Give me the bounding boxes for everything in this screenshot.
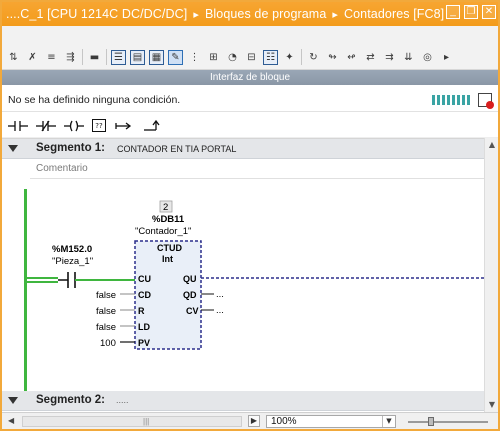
toolbar-overflow-icon[interactable]: ▸ — [439, 50, 454, 65]
scroll-thumb[interactable]: ||| — [143, 417, 149, 426]
load-meter-icon — [432, 95, 470, 105]
insert-row-icon[interactable]: ≡ — [44, 50, 59, 65]
slider-knob[interactable] — [428, 417, 434, 426]
go-to-next-icon[interactable]: ↬ — [325, 50, 340, 65]
go-to-prev-icon[interactable]: ↫ — [344, 50, 359, 65]
absolute-operands-icon[interactable]: ▦ — [149, 49, 164, 65]
condition-text: No se ha definido ninguna condición. — [8, 94, 181, 106]
instance-db[interactable]: %DB11 — [152, 214, 185, 225]
open-all-icon[interactable]: ▬ — [87, 50, 102, 65]
zoom-select[interactable]: 100% ▼ — [266, 415, 396, 428]
horizontal-scrollbar[interactable]: ◀ ||| ▶ 100% ▼ — [2, 412, 498, 429]
toolbar-divider — [301, 49, 302, 65]
close-branch-icon[interactable] — [142, 119, 162, 133]
no-contact[interactable] — [58, 272, 135, 288]
contact-tag[interactable]: "Pieza_1" — [52, 256, 93, 267]
scroll-up-icon[interactable]: ▲ — [487, 140, 497, 150]
close-button[interactable]: ✕ — [482, 5, 496, 19]
glasses-icon[interactable]: ◎ — [420, 50, 435, 65]
instance-name[interactable]: "Contador_1" — [135, 226, 191, 237]
qd-output-placeholder[interactable]: ... — [216, 289, 224, 300]
pin-cd: CD — [138, 290, 151, 300]
coil-icon[interactable] — [64, 119, 84, 133]
insert-network-icon[interactable]: ⇅ — [6, 50, 21, 65]
breadcrumb-block[interactable]: Contadores [FC8] — [344, 7, 444, 21]
breakpoint-icon[interactable] — [478, 93, 494, 109]
network-comments-icon[interactable]: ⊟ — [244, 50, 259, 65]
cv-output-placeholder[interactable]: ... — [216, 305, 224, 316]
monitoring-icon[interactable]: ⇊ — [401, 50, 416, 65]
breadcrumb-separator-icon: ▸ — [332, 9, 338, 21]
toolbar-divider — [106, 49, 107, 65]
value-r[interactable]: false — [96, 306, 116, 317]
open-branch-icon[interactable] — [114, 119, 134, 133]
collapse-arrow-icon[interactable] — [8, 397, 18, 404]
block-editor-toolbar: ⇅ ✗ ≡ ⇶ ▬ ☰ ▤ ▦ ✎ ⋮ ⊞ ◔ ⊟ ☷ ✦ ↻ ↬ ↫ ⇄ ⇉ … — [2, 26, 498, 70]
breadcrumb-folder[interactable]: Bloques de programa — [205, 7, 326, 21]
value-pv[interactable]: 100 — [100, 338, 116, 349]
chevron-down-icon[interactable]: ▼ — [382, 416, 395, 427]
no-contact-icon[interactable] — [8, 119, 28, 133]
condition-row: No se ha definido ninguna condición. — [2, 90, 498, 112]
pin-cv: CV — [186, 306, 199, 316]
nc-contact-icon[interactable] — [36, 119, 56, 133]
pin-cu: CU — [138, 274, 151, 284]
ladder-view-icon[interactable]: ☷ — [263, 49, 278, 65]
ctud-datatype: Int — [162, 254, 173, 264]
segment-2-header[interactable]: Segmento 2: ..... — [2, 391, 484, 411]
zoom-slider[interactable] — [408, 417, 488, 426]
instance-number: 2 — [163, 202, 168, 213]
show-favorites-icon[interactable]: ⊞ — [206, 50, 221, 65]
pin-qd: QD — [183, 290, 197, 300]
breadcrumb: ....C_1 [CPU 1214C DC/DC/DC] ▸ Bloques de … — [6, 7, 444, 21]
pin-ld: LD — [138, 322, 150, 332]
network-editor[interactable]: Segmento 1: CONTADOR EN TIA PORTAL Comen… — [2, 138, 484, 412]
scroll-track[interactable]: ||| — [22, 416, 242, 427]
go-to-icon[interactable]: ↻ — [306, 50, 321, 65]
highlight-icon[interactable]: ✦ — [282, 50, 297, 65]
append-row-icon[interactable]: ⇶ — [63, 50, 78, 65]
monitor-icon[interactable]: ◔ — [225, 50, 240, 65]
vertical-scrollbar[interactable]: ▲ ▼ — [484, 138, 498, 412]
pin-r: R — [138, 306, 145, 316]
scroll-right-icon[interactable]: ▶ — [248, 415, 260, 427]
value-ld[interactable]: false — [96, 322, 116, 333]
scroll-left-icon[interactable]: ◀ — [8, 416, 18, 426]
slider-track — [408, 421, 488, 423]
favorites-icon[interactable]: ☰ — [111, 49, 126, 65]
pin-qu: QU — [183, 274, 197, 284]
restore-button[interactable]: ❐ — [464, 5, 478, 19]
contact-address[interactable]: %M152.0 — [52, 244, 92, 255]
window-controls: _ ❐ ✕ — [446, 5, 496, 19]
editor-window: ....C_1 [CPU 1214C DC/DC/DC] ▸ Bloques de … — [0, 0, 500, 431]
breadcrumb-device[interactable]: ....C_1 [CPU 1214C DC/DC/DC] — [6, 7, 187, 21]
ladder-network: %M152.0 "Pieza_1" 2 %DB11 "Contador_1" C… — [27, 200, 484, 350]
toolbar-divider — [82, 49, 83, 65]
call-structure-icon[interactable]: ⇉ — [382, 50, 397, 65]
minimize-button[interactable]: _ — [446, 5, 460, 19]
cross-reference-icon[interactable]: ⇄ — [363, 50, 378, 65]
network-view-icon[interactable]: ▤ — [130, 49, 145, 65]
empty-box-icon[interactable]: ?? — [92, 119, 106, 132]
title-bar: ....C_1 [CPU 1214C DC/DC/DC] ▸ Bloques de … — [2, 2, 498, 26]
value-cd[interactable]: false — [96, 290, 116, 301]
ladder-palette: ?? — [2, 114, 498, 138]
zoom-value: 100% — [271, 416, 297, 427]
segment-2-label: Segmento 2: — [36, 394, 106, 406]
ctud-type: CTUD — [157, 243, 182, 253]
comments-toggle-icon[interactable]: ✎ — [168, 49, 183, 65]
pin-pv: PV — [138, 338, 150, 348]
scroll-down-icon[interactable]: ▼ — [487, 400, 497, 410]
breadcrumb-separator-icon: ▸ — [193, 9, 199, 21]
favorites-list-icon[interactable]: ⋮ — [187, 50, 202, 65]
block-interface-bar[interactable]: Interfaz de bloque — [2, 70, 498, 85]
delete-network-icon[interactable]: ✗ — [25, 50, 40, 65]
segment-2-title[interactable]: ..... — [116, 395, 129, 405]
